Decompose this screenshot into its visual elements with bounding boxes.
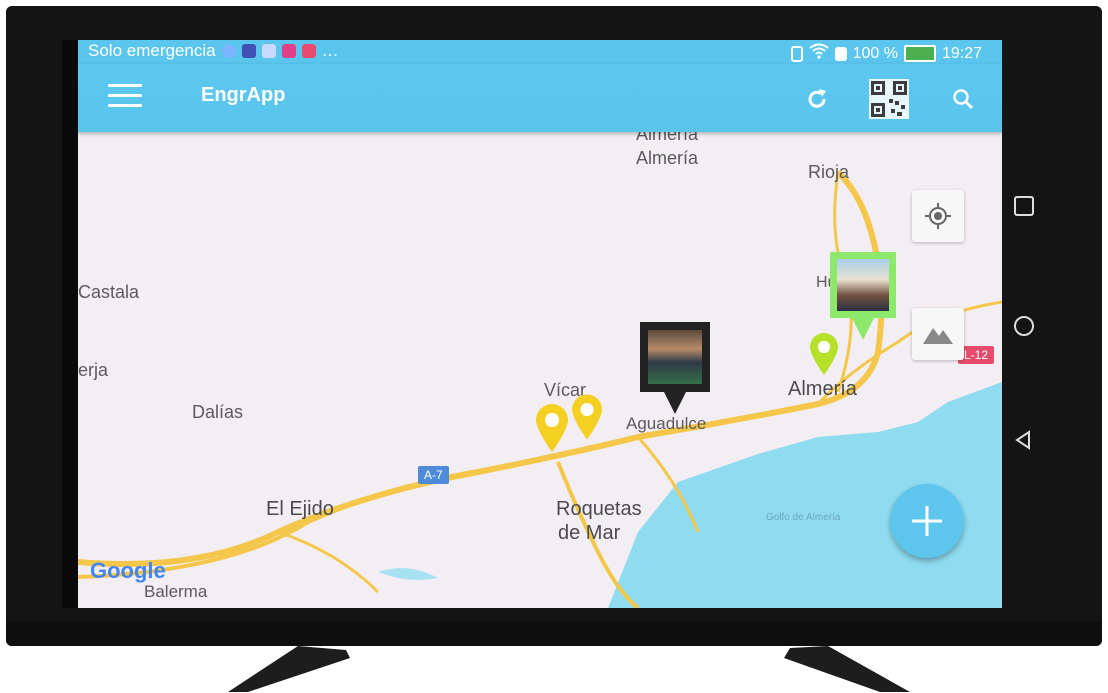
town-label: El Ejido	[266, 498, 334, 520]
town-label: Balerma	[144, 582, 208, 601]
carrier-text: Solo emergencia	[88, 41, 216, 60]
road-sign-a7: A-7	[418, 466, 449, 484]
plus-icon	[912, 506, 942, 536]
app-title: EngrApp	[201, 84, 286, 106]
map-base	[78, 169, 1002, 608]
town-label: erja	[78, 360, 109, 380]
sea-label: Golfo de Almería	[766, 512, 841, 523]
status-right: 100 % 19:27	[790, 43, 982, 64]
map-pin-icon[interactable]	[572, 394, 602, 440]
tv-screen: Solo emergencia … 100 % 19:27 EngrApp Al…	[62, 40, 1002, 608]
play-notif-icon	[241, 44, 256, 58]
town-label: Almería	[636, 148, 699, 168]
status-bar: Solo emergencia … 100 % 19:27	[78, 40, 1002, 64]
photo-marker[interactable]	[830, 252, 896, 344]
tv-bezel	[6, 622, 1102, 646]
tv-stand-left	[228, 646, 350, 692]
wifi-icon	[808, 43, 829, 64]
town-label: Roquetas	[556, 498, 642, 520]
town-label: Rioja	[808, 162, 850, 182]
qr-notif-icon	[261, 44, 276, 58]
tv-stand-right	[784, 646, 910, 692]
app-bar: EngrApp	[78, 64, 1002, 132]
search-icon[interactable]	[946, 82, 980, 116]
town-label: Castala	[78, 282, 140, 302]
photo-marker[interactable]	[640, 322, 710, 416]
refresh-icon[interactable]	[800, 82, 834, 116]
clock-text: 19:27	[941, 44, 982, 62]
home-icon[interactable]	[1006, 308, 1042, 344]
photo-thumbnail	[648, 330, 702, 384]
town-label: Dalías	[192, 402, 244, 422]
back-icon[interactable]	[1006, 422, 1042, 458]
mail-notif-icon	[301, 44, 316, 58]
map-view[interactable]: Almería Almería Rioja Castala erja Dalía…	[78, 132, 1002, 608]
google-text: Google	[90, 558, 166, 583]
town-label: de Mar	[558, 522, 621, 544]
map-pin-icon[interactable]	[536, 404, 568, 452]
battery-text: 100 %	[852, 44, 898, 62]
sim-icon	[834, 46, 847, 61]
menu-icon[interactable]	[108, 84, 142, 108]
add-button[interactable]	[890, 484, 964, 558]
battery-icon	[903, 45, 936, 62]
status-left: Solo emergencia …	[88, 41, 339, 61]
my-location-icon[interactable]	[912, 190, 964, 242]
recent-apps-icon[interactable]	[1006, 188, 1042, 224]
more-notif-icon: …	[321, 41, 339, 60]
google-logo: Google	[90, 558, 166, 584]
qr-code-icon[interactable]	[868, 78, 910, 120]
vibrate-icon	[790, 45, 803, 62]
b-notif-icon	[281, 44, 296, 58]
terrain-icon[interactable]	[912, 308, 964, 360]
town-label: Almería	[636, 132, 699, 144]
town-label: Almería	[788, 378, 857, 400]
phone-display: Solo emergencia … 100 % 19:27 EngrApp Al…	[78, 40, 1002, 608]
photo-thumbnail	[837, 259, 889, 311]
shield-notif-icon	[221, 44, 236, 58]
